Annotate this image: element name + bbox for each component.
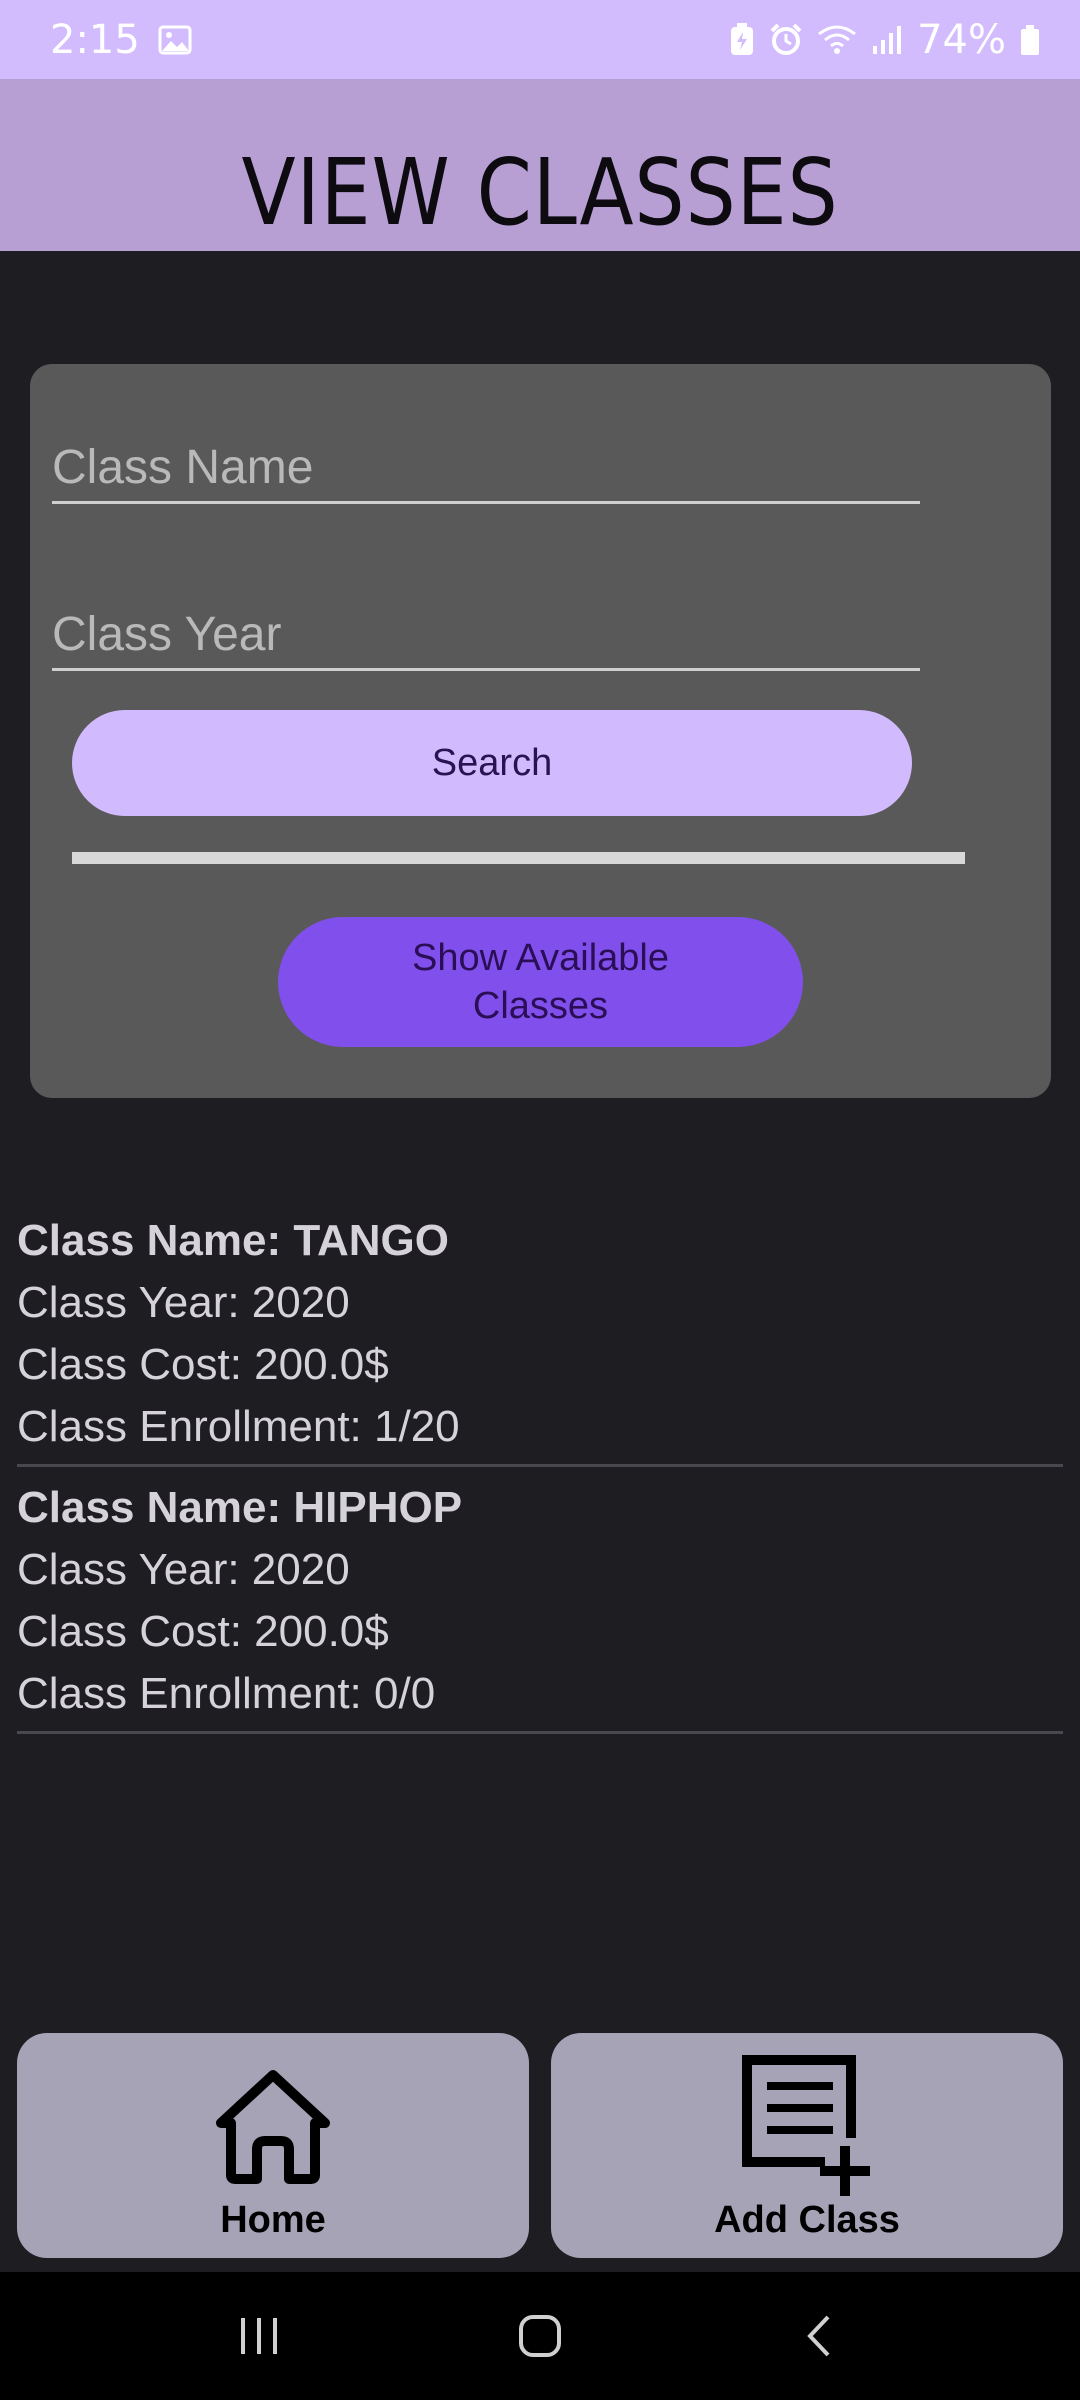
- class-enrollment: Class Enrollment: 1/20: [17, 1402, 460, 1451]
- home-label: Home: [220, 2199, 326, 2241]
- system-nav-bar: [0, 2272, 1080, 2400]
- class-enrollment: Class Enrollment: 0/0: [17, 1669, 436, 1718]
- alarm-icon: [769, 23, 803, 57]
- status-bar: 2:15 74%: [0, 0, 1080, 79]
- home-nav-icon: [519, 2315, 561, 2357]
- wifi-icon: [817, 24, 857, 56]
- add-document-icon: [737, 2054, 877, 2196]
- back-button[interactable]: [760, 2296, 880, 2376]
- recent-apps-button[interactable]: [200, 2296, 320, 2376]
- recent-apps-icon: [241, 2318, 277, 2354]
- search-button[interactable]: Search: [72, 710, 912, 816]
- home-nav-button[interactable]: [480, 2296, 600, 2376]
- home-button[interactable]: Home: [17, 2033, 529, 2258]
- progress-bar: [72, 852, 965, 864]
- class-list: Class Name: TANGO Class Year: 2020 Class…: [17, 1210, 1063, 1744]
- show-available-classes-button[interactable]: Show Available Classes: [278, 917, 803, 1047]
- class-year-input[interactable]: [52, 591, 920, 668]
- page-title: VIEW CLASSES: [241, 139, 839, 246]
- back-icon: [807, 2315, 830, 2357]
- class-name: Class Name: TANGO: [17, 1216, 449, 1265]
- add-class-label: Add Class: [714, 2199, 900, 2241]
- add-class-button[interactable]: Add Class: [551, 2033, 1063, 2258]
- image-icon: [158, 24, 192, 56]
- battery-icon: [1020, 24, 1040, 55]
- battery-saver-icon: [729, 22, 755, 57]
- list-item[interactable]: Class Name: TANGO Class Year: 2020 Class…: [17, 1210, 1063, 1467]
- class-year: Class Year: 2020: [17, 1278, 350, 1327]
- status-time: 2:15: [50, 16, 140, 63]
- home-icon: [213, 2065, 333, 2187]
- class-cost: Class Cost: 200.0$: [17, 1607, 389, 1656]
- signal-icon: [871, 24, 903, 56]
- class-name: Class Name: HIPHOP: [17, 1483, 463, 1532]
- class-cost: Class Cost: 200.0$: [17, 1340, 389, 1389]
- battery-percent: 74%: [917, 16, 1006, 63]
- app-header: VIEW CLASSES: [0, 79, 1080, 251]
- class-year: Class Year: 2020: [17, 1545, 350, 1594]
- class-name-input[interactable]: [52, 424, 920, 501]
- class-year-field[interactable]: [52, 591, 920, 671]
- list-item[interactable]: Class Name: HIPHOP Class Year: 2020 Clas…: [17, 1477, 1063, 1734]
- class-name-field[interactable]: [52, 424, 920, 504]
